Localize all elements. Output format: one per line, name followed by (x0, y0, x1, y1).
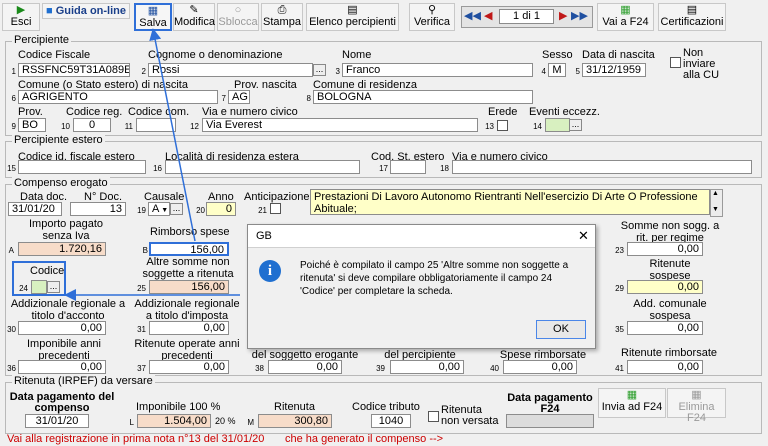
info-icon: i (259, 260, 281, 282)
alert-dialog: GB ✕ i Poiché è compilato il campo 25 'A… (247, 224, 596, 349)
dialog-title: GB (256, 230, 272, 242)
dialog-titlebar: GB ✕ (248, 225, 595, 248)
dialog-message: Poiché è compilato il campo 25 'Altre so… (300, 260, 569, 297)
ok-button[interactable]: OK (536, 320, 586, 339)
close-icon[interactable]: ✕ (578, 228, 589, 244)
annotation-arrows (64, 28, 240, 301)
